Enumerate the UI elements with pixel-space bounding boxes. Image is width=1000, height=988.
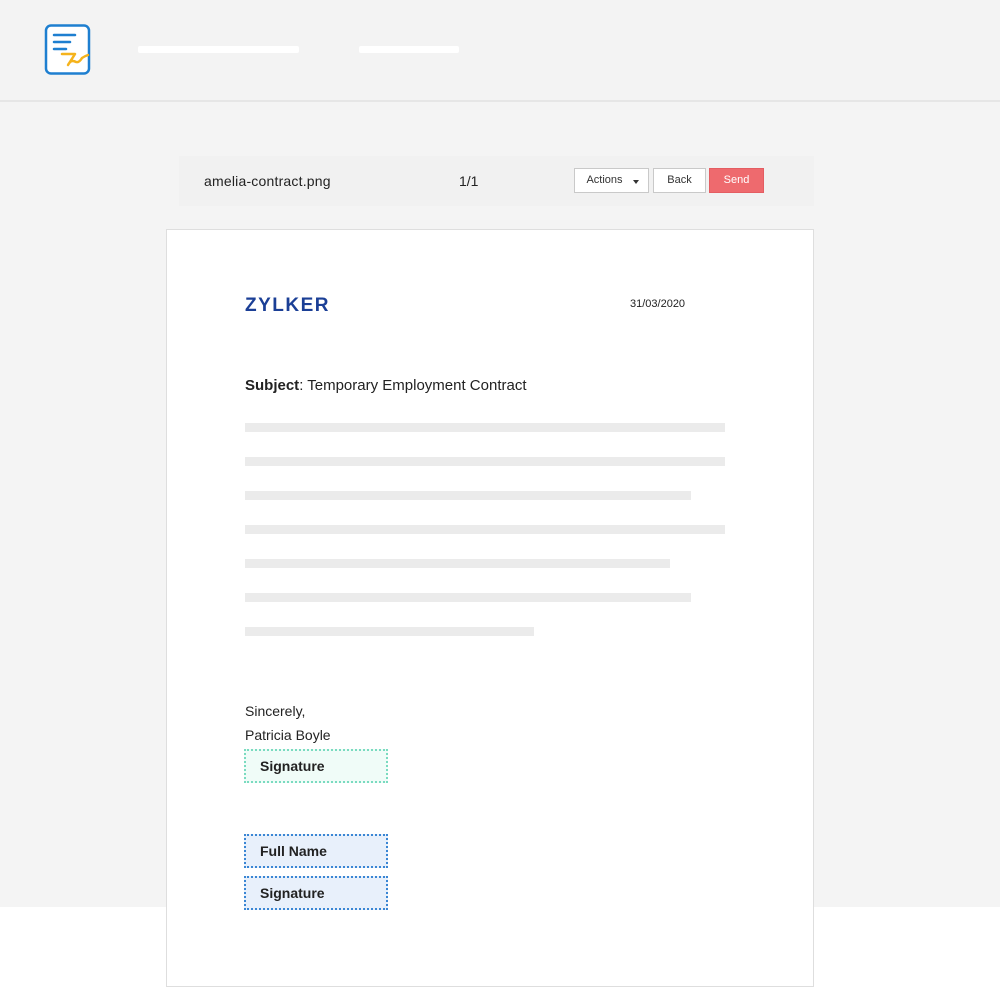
body-text-placeholder-line xyxy=(245,593,691,602)
document-filename: amelia-contract.png xyxy=(204,173,331,189)
document-date: 31/03/2020 xyxy=(630,298,686,310)
page-counter: 1/1 xyxy=(459,173,479,189)
nav-menu-item-placeholder[interactable] xyxy=(138,46,299,53)
body-text-placeholder-line xyxy=(245,559,670,568)
body-text-placeholder-line xyxy=(245,491,691,500)
send-button[interactable]: Send xyxy=(709,168,764,193)
subject-text: : Temporary Employment Contract xyxy=(299,377,527,394)
document-subject: Subject: Temporary Employment Contract xyxy=(245,377,527,394)
full-name-field[interactable]: Full Name xyxy=(244,834,388,868)
recipient-signature-field[interactable]: Signature xyxy=(244,876,388,910)
document-signature-icon[interactable] xyxy=(44,24,92,76)
sender-signature-field[interactable]: Signature xyxy=(244,749,388,783)
sender-name: Patricia Boyle xyxy=(245,727,331,743)
document-toolbar: amelia-contract.png 1/1 Actions Back Sen… xyxy=(179,156,814,206)
subject-label: Subject xyxy=(245,377,300,394)
back-button[interactable]: Back xyxy=(653,168,706,193)
body-text-placeholder-line xyxy=(245,525,725,534)
actions-button-label: Actions xyxy=(586,174,623,186)
document-page: ZYLKER 31/03/2020 Subject: Temporary Emp… xyxy=(166,229,814,987)
chevron-down-icon xyxy=(633,180,639,184)
company-logo-text: ZYLKER xyxy=(245,295,330,316)
body-text-placeholder-line xyxy=(245,457,725,466)
actions-dropdown-button[interactable]: Actions xyxy=(574,168,649,193)
closing-salutation: Sincerely, xyxy=(245,703,306,719)
nav-menu-item-placeholder[interactable] xyxy=(359,46,459,53)
top-navigation-bar xyxy=(0,0,1000,102)
body-text-placeholder-line xyxy=(245,627,534,636)
body-text-placeholder-line xyxy=(245,423,725,432)
